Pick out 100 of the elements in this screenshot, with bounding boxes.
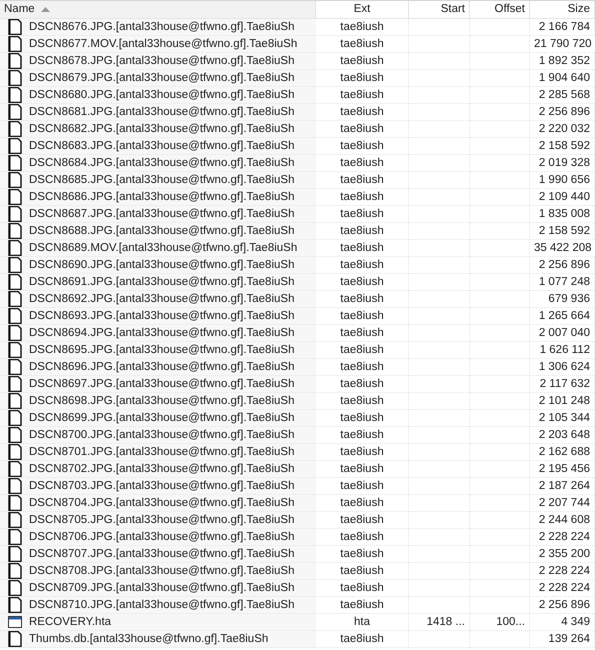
file-icon [8, 291, 22, 307]
file-name-cell[interactable]: DSCN8690.JPG.[antal33house@tfwno.gf].Tae8iuSh [0, 257, 316, 274]
table-cell: 2 158 592 [530, 223, 595, 240]
table-cell: tae8iush [316, 121, 409, 138]
file-icon [8, 325, 22, 341]
file-name-cell[interactable]: DSCN8700.JPG.[antal33house@tfwno.gf].Tae8iuSh [0, 427, 316, 444]
file-icon [8, 546, 22, 562]
file-name-cell[interactable]: DSCN8709.JPG.[antal33house@tfwno.gf].Tae8iuSh [0, 580, 316, 597]
file-name-cell[interactable]: DSCN8695.JPG.[antal33house@tfwno.gf].Tae8iuSh [0, 342, 316, 359]
table-cell: tae8iush [316, 410, 409, 427]
table-cell: tae8iush [316, 546, 409, 563]
table-cell: 2 256 896 [530, 257, 595, 274]
file-name-cell[interactable]: DSCN8701.JPG.[antal33house@tfwno.gf].Tae8iuSh [0, 444, 316, 461]
table-cell: 2 158 592 [530, 138, 595, 155]
table-cell: 21 790 720 [530, 36, 595, 53]
file-icon [8, 19, 22, 35]
file-name-cell[interactable]: DSCN8686.JPG.[antal33house@tfwno.gf].Tae8iuSh [0, 189, 316, 206]
table-cell: tae8iush [316, 631, 409, 648]
table-cell: 2 007 040 [530, 325, 595, 342]
file-icon [8, 461, 22, 477]
file-name-cell[interactable]: DSCN8684.JPG.[antal33house@tfwno.gf].Tae8iuSh [0, 155, 316, 172]
table-cell: tae8iush [316, 359, 409, 376]
file-name-cell[interactable]: DSCN8693.JPG.[antal33house@tfwno.gf].Tae8iuSh [0, 308, 316, 325]
file-icon [8, 257, 22, 273]
table-cell: 2 256 896 [530, 104, 595, 121]
file-icon [8, 631, 22, 647]
file-icon [8, 223, 22, 239]
table-cell: tae8iush [316, 36, 409, 53]
file-name-cell[interactable]: DSCN8688.JPG.[antal33house@tfwno.gf].Tae8iuSh [0, 223, 316, 240]
file-name-cell[interactable]: DSCN8677.MOV.[antal33house@tfwno.gf].Tae8iuSh [0, 36, 316, 53]
file-name-cell[interactable]: DSCN8699.JPG.[antal33house@tfwno.gf].Tae8iuSh [0, 410, 316, 427]
file-icon [8, 53, 22, 69]
file-name-cell[interactable]: DSCN8689.MOV.[antal33house@tfwno.gf].Tae8iuSh [0, 240, 316, 257]
file-name-cell[interactable]: DSCN8708.JPG.[antal33house@tfwno.gf].Tae8iuSh [0, 563, 316, 580]
column-header[interactable]: Name [0, 1, 316, 18]
table-cell: 100... [470, 614, 530, 631]
table-cell: tae8iush [316, 189, 409, 206]
file-name-cell[interactable]: Thumbs.db.[antal33house@tfwno.gf].Tae8iuSh [0, 631, 316, 648]
file-name-cell[interactable]: DSCN8687.JPG.[antal33house@tfwno.gf].Tae8iuSh [0, 206, 316, 223]
table-cell: hta [316, 614, 409, 631]
file-name-cell[interactable]: DSCN8678.JPG.[antal33house@tfwno.gf].Tae8iuSh [0, 53, 316, 70]
file-name-cell[interactable]: DSCN8691.JPG.[antal33house@tfwno.gf].Tae8iuSh [0, 274, 316, 291]
file-name-cell[interactable]: RECOVERY.hta [0, 614, 316, 631]
file-icon [8, 121, 22, 137]
file-name-cell[interactable]: DSCN8681.JPG.[antal33house@tfwno.gf].Tae8iuSh [0, 104, 316, 121]
file-name-cell[interactable]: DSCN8692.JPG.[antal33house@tfwno.gf].Tae8iuSh [0, 291, 316, 308]
table-cell: 2 105 344 [530, 410, 595, 427]
file-icon [8, 393, 22, 409]
file-name-cell[interactable]: DSCN8696.JPG.[antal33house@tfwno.gf].Tae8iuSh [0, 359, 316, 376]
table-cell: tae8iush [316, 172, 409, 189]
table-cell: tae8iush [316, 444, 409, 461]
file-icon [8, 172, 22, 188]
file-name-cell[interactable]: DSCN8697.JPG.[antal33house@tfwno.gf].Tae8iuSh [0, 376, 316, 393]
table-cell: 2 203 648 [530, 427, 595, 444]
file-icon [8, 308, 22, 324]
table-cell: 1418 ... [409, 614, 470, 631]
table-cell: tae8iush [316, 240, 409, 257]
file-icon [8, 342, 22, 358]
file-name-cell[interactable]: DSCN8679.JPG.[antal33house@tfwno.gf].Tae8iuSh [0, 70, 316, 87]
file-icon [8, 36, 22, 52]
file-name-cell[interactable]: DSCN8703.JPG.[antal33house@tfwno.gf].Tae8iuSh [0, 478, 316, 495]
table-cell: tae8iush [316, 597, 409, 614]
file-name-cell[interactable]: DSCN8705.JPG.[antal33house@tfwno.gf].Tae8iuSh [0, 512, 316, 529]
file-name-cell[interactable]: DSCN8702.JPG.[antal33house@tfwno.gf].Tae8iuSh [0, 461, 316, 478]
table-cell: tae8iush [316, 87, 409, 104]
file-icon [8, 478, 22, 494]
file-name-cell[interactable]: DSCN8694.JPG.[antal33house@tfwno.gf].Tae8iuSh [0, 325, 316, 342]
table-cell: 2 019 328 [530, 155, 595, 172]
file-name-cell[interactable]: DSCN8676.JPG.[antal33house@tfwno.gf].Tae8iuSh [0, 19, 316, 36]
table-cell: tae8iush [316, 325, 409, 342]
file-name-cell[interactable]: DSCN8680.JPG.[antal33house@tfwno.gf].Tae8iuSh [0, 87, 316, 104]
table-cell: 2 109 440 [530, 189, 595, 206]
table-cell: tae8iush [316, 461, 409, 478]
file-name-cell[interactable]: DSCN8707.JPG.[antal33house@tfwno.gf].Tae8iuSh [0, 546, 316, 563]
table-cell: 2 117 632 [530, 376, 595, 393]
table-cell: tae8iush [316, 257, 409, 274]
table-cell: tae8iush [316, 308, 409, 325]
table-cell: tae8iush [316, 342, 409, 359]
file-icon [8, 444, 22, 460]
file-icon [8, 87, 22, 103]
file-name-cell[interactable]: DSCN8683.JPG.[antal33house@tfwno.gf].Tae8iuSh [0, 138, 316, 155]
file-name-cell[interactable]: DSCN8682.JPG.[antal33house@tfwno.gf].Tae8iuSh [0, 121, 316, 138]
file-icon [8, 70, 22, 86]
file-name-cell[interactable]: DSCN8704.JPG.[antal33house@tfwno.gf].Tae8iuSh [0, 495, 316, 512]
file-name-cell[interactable]: DSCN8698.JPG.[antal33house@tfwno.gf].Tae8iuSh [0, 393, 316, 410]
table-cell: 2 228 224 [530, 529, 595, 546]
sort-ascending-icon [40, 7, 50, 12]
table-cell: tae8iush [316, 376, 409, 393]
file-name-cell[interactable]: DSCN8710.JPG.[antal33house@tfwno.gf].Tae8iuSh [0, 597, 316, 614]
table-cell: tae8iush [316, 580, 409, 597]
file-icon [8, 104, 22, 120]
file-icon [8, 495, 22, 511]
file-name-cell[interactable]: DSCN8685.JPG.[antal33house@tfwno.gf].Tae8iuSh [0, 172, 316, 189]
table-cell: 2 187 264 [530, 478, 595, 495]
table-cell: tae8iush [316, 427, 409, 444]
file-name-cell[interactable]: DSCN8706.JPG.[antal33house@tfwno.gf].Tae8iuSh [0, 529, 316, 546]
table-cell: 2 166 784 [530, 19, 595, 36]
table-cell: 1 990 656 [530, 172, 595, 189]
table-cell: 1 835 008 [530, 206, 595, 223]
table-cell: tae8iush [316, 223, 409, 240]
